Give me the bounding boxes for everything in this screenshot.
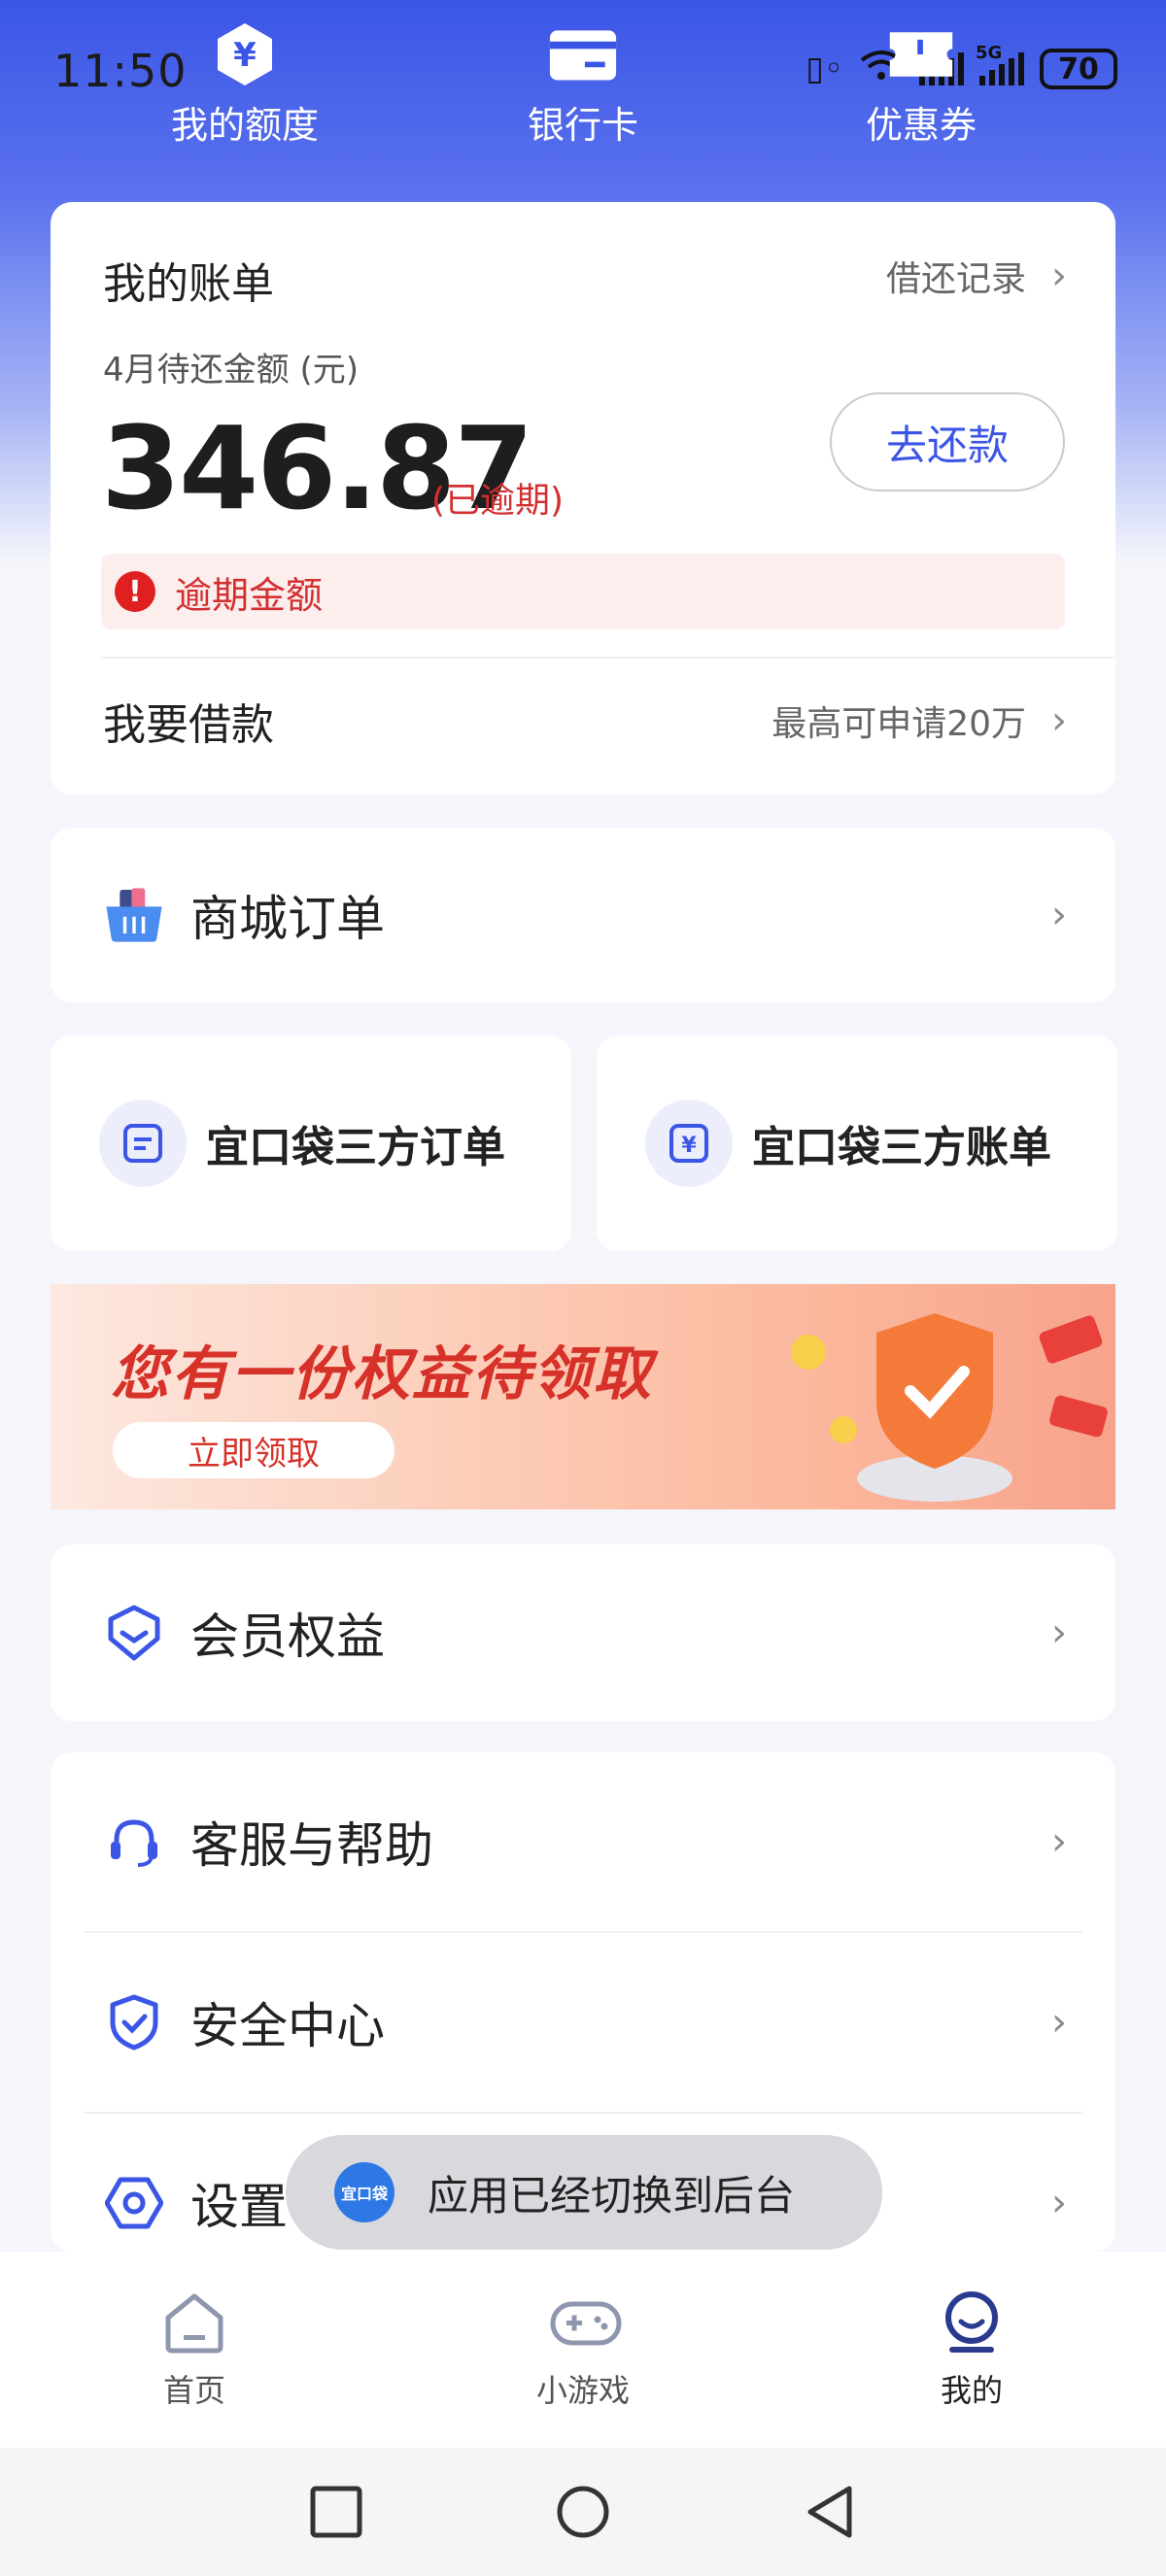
- repayment-record-label: 借还记录: [885, 259, 1026, 299]
- bill-card: 我的账单 借还记录 › 4月待还金额 (元) 346.87 (已逾期) 去还款 …: [51, 202, 1115, 795]
- bill-title: 我的账单: [103, 259, 274, 309]
- yuan-hexagon-icon: ¥: [210, 19, 280, 89]
- chevron-right-icon: ›: [1051, 893, 1067, 937]
- tab-games-label: 小游戏: [535, 2372, 630, 2409]
- third-party-bill-label: 宜口袋三方账单: [752, 1123, 1051, 1172]
- quick-nav-label: 银行卡: [527, 104, 638, 147]
- tab-home-label: 首页: [162, 2372, 225, 2409]
- bank-card-icon: [548, 19, 618, 89]
- chevron-right-icon: ›: [1051, 2000, 1067, 2045]
- customer-service-label: 客服与帮助: [190, 1817, 433, 1874]
- recent-apps-button[interactable]: [309, 2485, 363, 2539]
- tab-mine-label: 我的: [940, 2372, 1003, 2409]
- system-navigation-bar: [0, 2448, 1166, 2576]
- toast-message: 应用已经切换到后台: [428, 2171, 796, 2220]
- shield-icon: [103, 1991, 165, 2053]
- banner-title: 您有一份权益待领取: [111, 1340, 653, 1408]
- security-center-row[interactable]: 安全中心 ›: [51, 1933, 1115, 2112]
- third-party-order-label: 宜口袋三方订单: [206, 1123, 505, 1172]
- chevron-right-icon: ›: [1051, 254, 1067, 298]
- benefit-banner[interactable]: 您有一份权益待领取 立即领取: [51, 1284, 1115, 1509]
- chevron-right-icon: ›: [1051, 698, 1067, 743]
- circle-icon: [557, 2486, 609, 2538]
- shopping-basket-icon: [103, 884, 165, 946]
- home-icon: [160, 2288, 228, 2356]
- headset-icon: [103, 1811, 165, 1873]
- background-toast: 宜口袋 应用已经切换到后台: [286, 2135, 882, 2250]
- repayment-record-link[interactable]: 借还记录 ›: [886, 251, 1067, 301]
- third-party-order-card[interactable]: 宜口袋三方订单: [51, 1035, 571, 1251]
- triangle-back-icon: [807, 2486, 852, 2538]
- settings-hexagon-icon: [103, 2172, 165, 2234]
- claim-now-button[interactable]: 立即领取: [113, 1422, 394, 1478]
- square-icon: [310, 2486, 362, 2538]
- warning-icon: !: [115, 571, 155, 612]
- repay-button[interactable]: 去还款: [830, 392, 1065, 491]
- svg-text:¥: ¥: [681, 1134, 697, 1158]
- tab-games[interactable]: 小游戏: [466, 2288, 700, 2411]
- back-button[interactable]: [803, 2485, 857, 2539]
- overdue-status: (已逾期): [431, 481, 565, 521]
- svg-text:¥: ¥: [233, 36, 257, 75]
- bottom-tab-bar: 首页 小游戏 我的: [0, 2252, 1166, 2448]
- quick-nav-quota[interactable]: ¥ 我的额度: [128, 19, 361, 149]
- mall-order-row[interactable]: 商城订单 ›: [51, 828, 1115, 1002]
- member-benefits-row[interactable]: 会员权益 ›: [51, 1544, 1115, 1721]
- profile-icon: [938, 2288, 1006, 2356]
- quick-nav-bank-card[interactable]: 银行卡: [466, 19, 700, 149]
- divider: [101, 657, 1115, 659]
- borrow-link[interactable]: 最高可申请20万 ›: [772, 695, 1067, 746]
- chevron-right-icon: ›: [1051, 2181, 1067, 2225]
- gamepad-icon: [549, 2288, 622, 2356]
- app-logo: 宜口袋: [334, 2162, 394, 2222]
- coupon-icon: [886, 19, 956, 89]
- tab-mine[interactable]: 我的: [855, 2288, 1088, 2411]
- member-benefits-label: 会员权益: [190, 1609, 385, 1665]
- chevron-right-icon: ›: [1051, 1819, 1067, 1864]
- quick-nav-label: 我的额度: [170, 104, 319, 147]
- third-party-bill-card[interactable]: ¥ 宜口袋三方账单: [597, 1035, 1117, 1251]
- borrow-title: 我要借款: [103, 700, 274, 750]
- quick-nav-label: 优惠券: [865, 104, 977, 147]
- member-badge-icon: [103, 1602, 165, 1664]
- yuan-bill-icon: ¥: [645, 1100, 733, 1187]
- security-center-label: 安全中心: [190, 1998, 385, 2054]
- home-button[interactable]: [556, 2485, 610, 2539]
- order-doc-icon: [99, 1100, 187, 1187]
- overdue-amount-label: 逾期金额: [175, 573, 324, 617]
- quick-nav: ¥ 我的额度 银行卡 优惠券: [0, 10, 1166, 155]
- borrow-limit-hint: 最高可申请20万: [772, 704, 1026, 744]
- overdue-amount-bar[interactable]: ! 逾期金额: [101, 554, 1065, 629]
- mall-order-label: 商城订单: [190, 891, 385, 947]
- customer-service-row[interactable]: 客服与帮助 ›: [51, 1752, 1115, 1931]
- tab-home[interactable]: 首页: [78, 2288, 311, 2411]
- due-amount-label: 4月待还金额 (元): [103, 351, 359, 390]
- chevron-right-icon: ›: [1051, 1610, 1067, 1655]
- shield-check-illustration: [791, 1313, 1108, 1502]
- quick-nav-coupon[interactable]: 优惠券: [805, 19, 1038, 149]
